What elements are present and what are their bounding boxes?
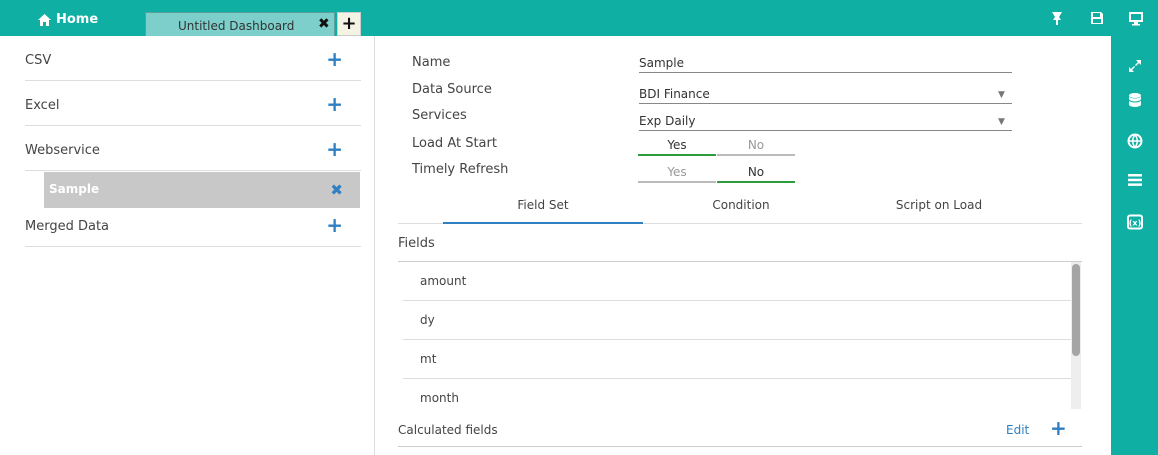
source-excel[interactable]: Excel + <box>25 81 361 126</box>
fields-scrollbar-thumb[interactable] <box>1072 264 1080 356</box>
services-label: Services <box>412 108 467 123</box>
data-source-panel: CSV + Excel + Webservice + Sample ✖ Merg… <box>0 36 375 455</box>
services-underline <box>639 130 1012 131</box>
edit-calculated-fields-link[interactable]: Edit <box>1006 423 1029 437</box>
name-underline <box>639 72 1012 73</box>
tab-script-on-load[interactable]: Script on Load <box>839 198 1039 212</box>
variable-icon[interactable]: (x) <box>1127 214 1143 230</box>
dashboard-tab[interactable]: Untitled Dashboard ✖ <box>145 12 335 36</box>
add-webservice-button[interactable]: + <box>326 139 343 159</box>
save-icon[interactable] <box>1089 10 1105 26</box>
tab-field-set[interactable]: Field Set <box>443 198 643 212</box>
field-name: amount <box>420 274 467 288</box>
source-excel-label: Excel <box>25 98 60 113</box>
source-item-sample-label: Sample <box>49 182 100 196</box>
dashboard-tab-title: Untitled Dashboard <box>178 19 295 33</box>
fields-label: Fields <box>398 236 435 251</box>
load-at-start-label: Load At Start <box>412 136 497 151</box>
home-button[interactable]: Home <box>38 12 98 27</box>
tab-condition[interactable]: Condition <box>641 198 841 212</box>
list-item[interactable]: dy <box>403 301 1071 340</box>
load-at-start-yes[interactable]: Yes <box>638 136 716 156</box>
list-item[interactable]: amount <box>403 262 1071 301</box>
close-tab-icon[interactable]: ✖ <box>318 16 330 32</box>
data-source-chevron-down-icon[interactable]: ▼ <box>998 90 1005 100</box>
source-merged-data-label: Merged Data <box>25 219 110 234</box>
fields-list: amount dy mt month <box>398 261 1082 409</box>
calculated-fields-label: Calculated fields <box>398 423 498 437</box>
add-excel-button[interactable]: + <box>326 94 343 114</box>
timely-refresh-no[interactable]: No <box>717 163 795 183</box>
add-merged-data-button[interactable]: + <box>326 215 343 235</box>
calculated-fields-divider <box>398 446 1082 447</box>
source-merged-data[interactable]: Merged Data + <box>25 202 361 247</box>
data-source-label: Data Source <box>412 82 492 97</box>
source-csv-label: CSV <box>25 53 52 68</box>
add-csv-button[interactable]: + <box>326 49 343 69</box>
list-icon[interactable] <box>1127 172 1143 188</box>
svg-text:(x): (x) <box>1129 219 1141 228</box>
data-source-underline <box>639 103 1012 104</box>
source-webservice-label: Webservice <box>25 143 100 158</box>
add-tab-button[interactable]: + <box>337 12 361 36</box>
monitor-icon[interactable] <box>1128 10 1144 26</box>
load-at-start-no[interactable]: No <box>717 136 795 156</box>
list-item[interactable]: month <box>403 379 1071 409</box>
field-name: month <box>420 391 459 405</box>
timely-refresh-label: Timely Refresh <box>412 162 509 177</box>
source-webservice[interactable]: Webservice + <box>25 126 361 171</box>
active-tab-indicator <box>443 222 643 224</box>
timely-refresh-yes[interactable]: Yes <box>638 163 716 183</box>
database-icon[interactable] <box>1127 92 1143 108</box>
right-rail: (x) <box>1111 36 1158 455</box>
globe-icon[interactable] <box>1127 133 1143 149</box>
add-calculated-field-button[interactable]: + <box>1050 418 1067 438</box>
source-csv[interactable]: CSV + <box>25 36 361 81</box>
field-name: mt <box>420 352 437 366</box>
remove-sample-icon[interactable]: ✖ <box>330 181 343 199</box>
name-input[interactable]: Sample <box>639 56 684 70</box>
field-name: dy <box>420 313 435 327</box>
list-item[interactable]: mt <box>403 340 1071 379</box>
name-label: Name <box>412 55 451 70</box>
data-source-select[interactable]: BDI Finance <box>639 87 710 101</box>
top-bar: Home Untitled Dashboard ✖ + <box>0 0 1158 36</box>
pin-icon[interactable] <box>1049 10 1065 26</box>
home-icon <box>38 13 51 26</box>
services-select[interactable]: Exp Daily <box>639 114 695 128</box>
home-label: Home <box>56 12 99 27</box>
services-chevron-down-icon[interactable]: ▼ <box>998 117 1005 127</box>
expand-icon[interactable] <box>1127 58 1143 74</box>
